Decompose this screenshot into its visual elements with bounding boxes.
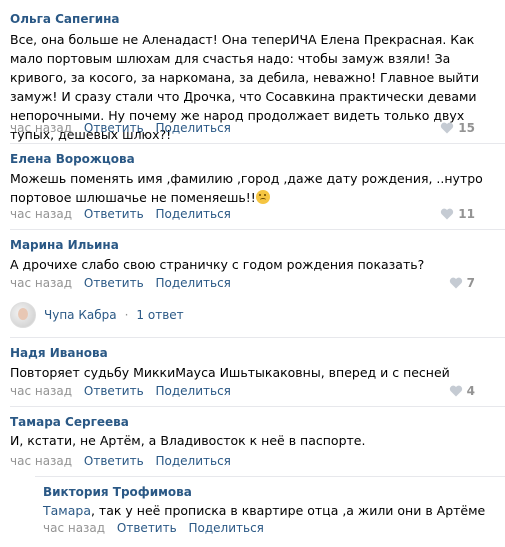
comment-author[interactable]: Виктория Трофимова [43,485,192,499]
comment-author[interactable]: Надя Иванова [10,346,108,360]
avatar[interactable] [10,302,36,328]
like-button[interactable]: 4 [449,384,475,398]
reply-button[interactable]: Ответить [84,276,144,290]
share-button[interactable]: Поделиться [156,276,231,290]
divider [10,406,505,407]
reply-button[interactable]: Ответить [84,121,144,135]
comment-text: Можешь поменять имя ,фамилию ,город ,даж… [10,169,492,207]
reply-button[interactable]: Ответить [117,521,177,535]
like-button[interactable]: 7 [449,276,475,290]
thread-reply-count[interactable]: 1 ответ [136,308,183,322]
heart-icon [441,122,454,134]
heart-icon [449,277,462,289]
comment-text-body: , так у неё прописка в квартире отца ,а … [90,503,486,518]
share-button[interactable]: Поделиться [156,207,231,221]
heart-icon [449,385,462,397]
divider [10,229,505,230]
comment-text-body: Можешь поменять имя ,фамилию ,город ,даж… [10,171,483,205]
thread-author[interactable]: Чупа Кабра [44,308,117,322]
thread-separator: · [124,308,129,322]
like-count: 7 [466,276,475,290]
like-count: 15 [458,121,475,135]
divider [35,476,505,477]
comment-author[interactable]: Ольга Сапегина [10,12,120,26]
divider [10,337,505,338]
reply-button[interactable]: Ответить [84,454,144,468]
divider [10,143,505,144]
comment-text: И, кстати, не Артём, а Владивосток к неё… [10,433,366,448]
comment-meta: час назад Ответить Поделиться [43,521,272,535]
heart-icon [441,208,454,220]
reply-button[interactable]: Ответить [84,384,144,398]
comment-time[interactable]: час назад [10,121,72,135]
comment-meta: час назад Ответить Поделиться [10,454,239,468]
comment-meta: час назад Ответить Поделиться [10,121,239,135]
comment-text: А дрочихе слабо свою страничку с годом р… [10,257,425,272]
comment-meta: час назад Ответить Поделиться [10,276,239,290]
comment-time[interactable]: час назад [10,276,72,290]
comment-author[interactable]: Тамара Сергеева [10,415,129,429]
share-button[interactable]: Поделиться [156,121,231,135]
like-button[interactable]: 11 [440,207,475,221]
comment-author[interactable]: Елена Ворожцова [10,152,135,166]
like-button[interactable]: 15 [440,121,475,135]
reply-button[interactable]: Ответить [84,207,144,221]
replies-thread[interactable]: Чупа Кабра · 1 ответ [10,302,184,328]
like-count: 11 [458,207,475,221]
share-button[interactable]: Поделиться [189,521,264,535]
comment-text: Повторяет судьбу МиккиМауса Ишьтыкаковны… [10,365,450,380]
share-button[interactable]: Поделиться [156,384,231,398]
reply-mention[interactable]: Тамара [43,503,91,518]
comment-time[interactable]: час назад [10,207,72,221]
comment-time[interactable]: час назад [10,384,72,398]
like-count: 4 [466,384,475,398]
comment-meta: час назад Ответить Поделиться [10,384,239,398]
comment-author[interactable]: Марина Ильина [10,238,119,252]
comment-time[interactable]: час назад [43,521,105,535]
comment-time[interactable]: час назад [10,454,72,468]
share-button[interactable]: Поделиться [156,454,231,468]
sad-face-emoji [255,190,270,204]
comment-text: Тамара, так у неё прописка в квартире от… [43,501,493,520]
comment-meta: час назад Ответить Поделиться [10,207,239,221]
